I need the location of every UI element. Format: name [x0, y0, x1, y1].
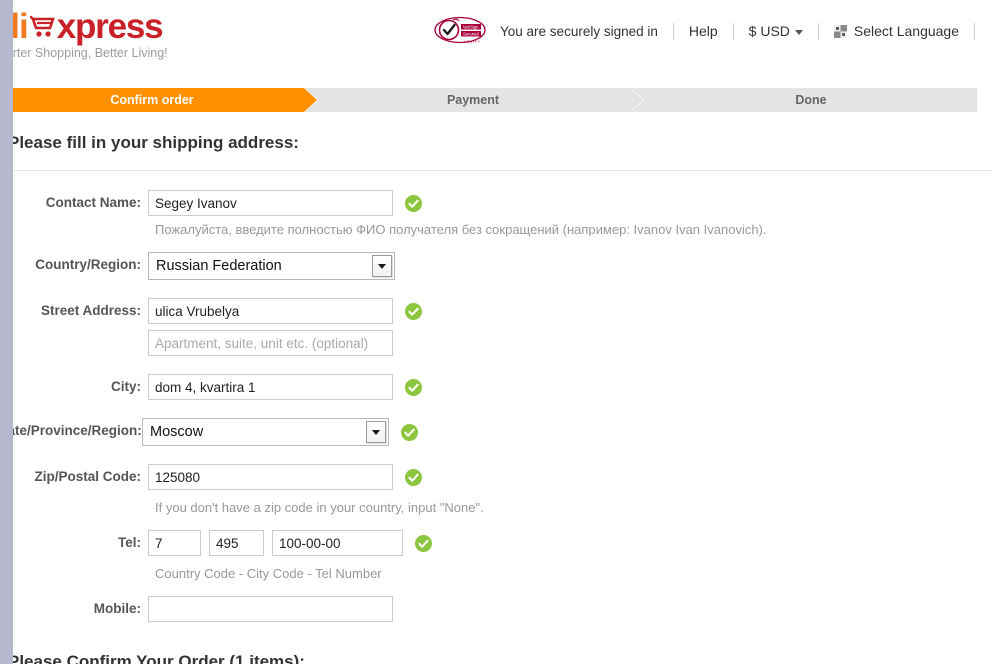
state-province-value: Moscow	[150, 424, 204, 440]
step-payment-label: Payment	[446, 93, 500, 107]
form-row-street-address-2	[0, 330, 993, 356]
help-link[interactable]: Help	[689, 23, 718, 39]
step-payment[interactable]: Payment	[318, 88, 628, 112]
aliexpress-logo[interactable]: Ali xpress Smarter Shopping, Better Livi…	[0, 8, 186, 60]
secure-signin-status: You are securely signed in	[500, 23, 658, 39]
mobile-input[interactable]	[148, 596, 393, 622]
tel-country-code-input[interactable]	[148, 530, 201, 556]
valid-check-icon	[405, 468, 422, 486]
language-label: Select Language	[853, 23, 959, 39]
header-separator-3	[817, 22, 819, 40]
city-input[interactable]	[148, 374, 393, 400]
svg-text:Secured: Secured	[463, 31, 479, 36]
header-utility-bar: VeriSign Secured VERIFY You are securely…	[434, 16, 975, 46]
country-region-select[interactable]: Russian Federation	[148, 252, 395, 280]
zip-postal-label: Zip/Postal Code:	[34, 469, 141, 484]
header-separator-4	[974, 22, 975, 40]
step-arrow-active	[304, 88, 317, 112]
order-section-title: Please Confirm Your Order (1 items):	[8, 652, 305, 664]
chevron-down-icon	[372, 429, 380, 435]
valid-check-icon	[415, 534, 432, 552]
step-confirm-order[interactable]: Confirm order	[0, 88, 304, 112]
street-address-label: Street Address:	[40, 303, 141, 318]
tel-hint-row: Country Code - City Code - Tel Number	[0, 566, 993, 582]
zip-postal-hint: If you don't have a zip code in your cou…	[155, 500, 484, 515]
form-row-contact-name: Contact Name:	[0, 190, 993, 216]
step-done[interactable]: Done	[645, 88, 977, 112]
checkout-page: Ali xpress Smarter Shopping, Better Livi…	[0, 0, 993, 664]
tel-label: Tel:	[118, 535, 141, 550]
country-region-dropdown-button[interactable]	[372, 255, 392, 277]
verisign-secured-badge[interactable]: VeriSign Secured VERIFY	[434, 16, 490, 46]
header-separator-2	[732, 22, 734, 40]
step-arrow-2	[630, 88, 643, 112]
form-row-state-province: State/Province/Region: Moscow	[0, 418, 993, 446]
contact-name-input[interactable]	[148, 190, 393, 216]
valid-check-icon	[405, 194, 422, 212]
mobile-label: Mobile:	[93, 601, 141, 616]
svg-text:VERIFY: VERIFY	[464, 40, 480, 44]
currency-label: $ USD	[748, 23, 790, 39]
contact-name-hint-row: Пожалуйста, введите полностью ФИО получа…	[0, 222, 993, 238]
street-address-input[interactable]	[148, 298, 393, 324]
shopping-cart-icon	[29, 12, 60, 42]
form-row-city: City:	[0, 374, 993, 400]
city-label: City:	[111, 379, 141, 394]
form-row-street-address: Street Address:	[0, 298, 993, 324]
step-done-label: Done	[795, 93, 827, 107]
shipping-address-form: Contact Name: Пожалуйста, введите полнос…	[0, 190, 993, 622]
page-title: Please fill in your shipping address:	[8, 133, 299, 152]
form-row-country-region: Country/Region: Russian Federation	[0, 252, 993, 280]
form-row-zip-postal: Zip/Postal Code:	[0, 464, 993, 490]
contact-name-label: Contact Name:	[45, 195, 141, 210]
form-row-mobile: Mobile:	[0, 596, 993, 622]
tel-city-code-input[interactable]	[209, 530, 264, 556]
state-province-select[interactable]: Moscow	[142, 418, 389, 446]
form-row-tel: Tel:	[0, 530, 993, 556]
language-selector[interactable]: Select Language	[833, 23, 959, 39]
logo-xpress-text: xpress	[56, 7, 164, 46]
chevron-down-icon	[378, 263, 386, 269]
state-province-dropdown-button[interactable]	[366, 421, 386, 443]
tel-field-group	[148, 530, 403, 556]
step-confirm-order-label: Confirm order	[110, 93, 194, 107]
checkout-progress-steps: Confirm order Payment Done	[0, 88, 977, 112]
tel-hint: Country Code - City Code - Tel Number	[155, 566, 382, 581]
state-province-label: State/Province/Region:	[0, 423, 142, 438]
country-region-label: Country/Region:	[35, 257, 141, 272]
zip-postal-hint-row: If you don't have a zip code in your cou…	[0, 500, 993, 516]
chevron-down-icon	[794, 29, 803, 35]
left-page-edge-strip	[0, 0, 13, 664]
tel-number-input[interactable]	[272, 530, 403, 556]
globe-flag-icon	[833, 24, 847, 38]
apartment-suite-input[interactable]	[148, 330, 393, 356]
logo-tagline: Smarter Shopping, Better Living!	[0, 46, 168, 60]
contact-name-hint: Пожалуйста, введите полностью ФИО получа…	[155, 222, 767, 237]
header-separator-1	[672, 22, 674, 40]
currency-selector[interactable]: $ USD	[749, 23, 803, 39]
section-divider	[0, 170, 993, 171]
site-header: Ali xpress Smarter Shopping, Better Livi…	[0, 0, 993, 72]
svg-text:VeriSign: VeriSign	[463, 24, 479, 29]
country-region-value: Russian Federation	[156, 258, 282, 274]
valid-check-icon	[405, 302, 422, 320]
zip-postal-input[interactable]	[148, 464, 393, 490]
valid-check-icon	[401, 423, 418, 441]
valid-check-icon	[405, 378, 422, 396]
